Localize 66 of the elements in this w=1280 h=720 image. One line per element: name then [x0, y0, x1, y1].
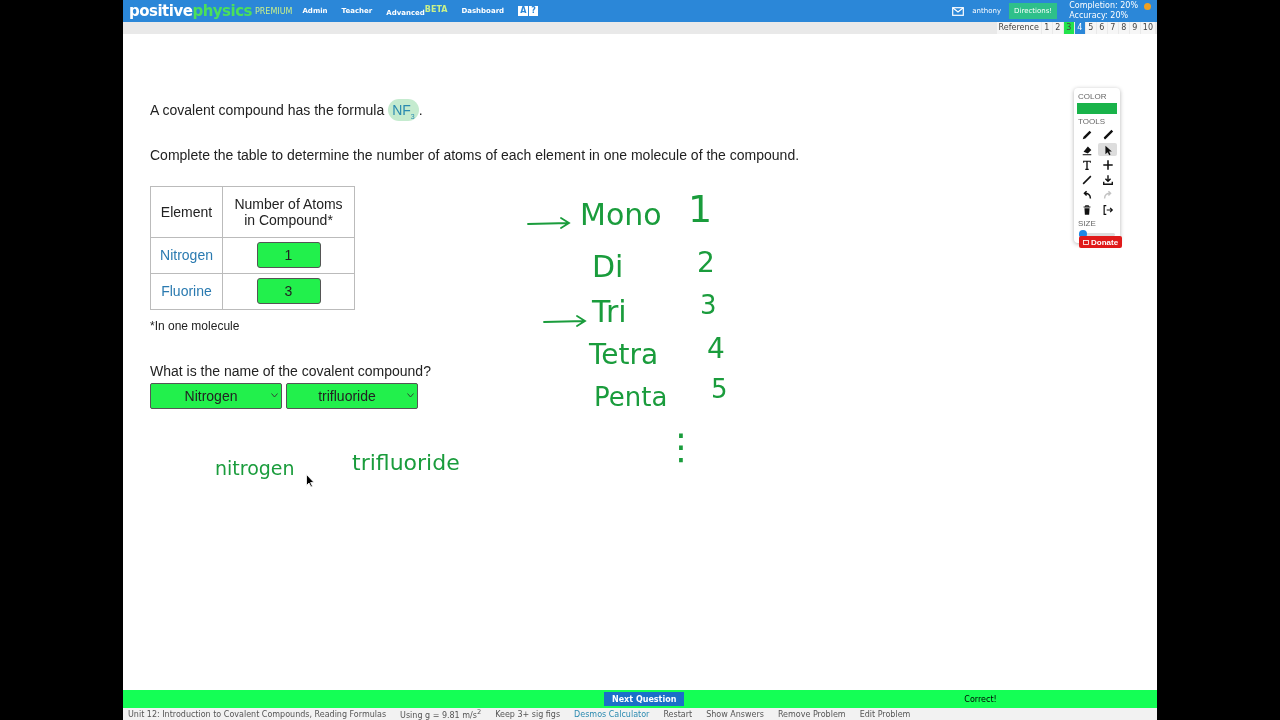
handwritten-note: trifluoride: [352, 452, 460, 474]
handwritten-note: 2: [697, 249, 715, 277]
page-tab[interactable]: 7: [1107, 22, 1118, 34]
footer-item[interactable]: Show Answers: [706, 709, 764, 719]
footer-item[interactable]: Keep 3+ sig figs: [495, 709, 561, 719]
arrow-drawing: [543, 315, 587, 327]
caret-icon: [407, 393, 414, 399]
page-tab[interactable]: 1: [1041, 22, 1052, 34]
page-tab[interactable]: 4: [1074, 22, 1085, 34]
footnote: *In one molecule: [150, 318, 240, 333]
dropdown[interactable]: Nitrogen: [150, 382, 282, 409]
handwritten-note: ⋮: [663, 429, 699, 465]
handwritten-note: Tetra: [589, 341, 659, 369]
handwritten-note: Tri: [592, 297, 627, 327]
handwritten-note: nitrogen: [215, 459, 295, 478]
footer-item[interactable]: Restart: [663, 709, 693, 719]
table-cell: Fluorine: [150, 273, 223, 310]
page-tab[interactable]: Reference: [996, 22, 1041, 34]
handwritten-note: 1: [688, 190, 713, 228]
page-tab[interactable]: 6: [1096, 22, 1107, 34]
table-cell: Nitrogen: [150, 237, 223, 274]
page-tab[interactable]: 9: [1129, 22, 1140, 34]
column-header: Number of Atoms in Compound*: [222, 186, 355, 238]
instruction-text: Complete the table to determine the number of atoms of each element in one molecule of the compound.: [150, 146, 800, 163]
tier-label: PREMIUM: [255, 7, 293, 16]
completion-text: Completion: 20%: [1069, 1, 1138, 11]
answer-field[interactable]: 1: [256, 242, 321, 269]
handwritten-note: 4: [707, 335, 725, 363]
panel-label: TOOLS: [1078, 117, 1106, 126]
panel-label: SIZE: [1078, 219, 1097, 228]
gift-icon: [1083, 239, 1089, 245]
panel-label: COLOR: [1078, 92, 1108, 101]
logo[interactable]: positivephysics: [129, 2, 252, 20]
page-tab[interactable]: 8: [1118, 22, 1129, 34]
footer-item[interactable]: Remove Problem: [777, 709, 846, 719]
color-swatch[interactable]: [1077, 103, 1117, 114]
footer-item[interactable]: Using g = 9.81 m/s$^{2}$: [400, 708, 482, 720]
page-tab[interactable]: 10: [1140, 22, 1155, 34]
status-text: Correct!: [964, 694, 997, 704]
status-dot: [1144, 3, 1151, 10]
question-text: What is the name of the covalent compound?: [150, 362, 431, 379]
page-tab[interactable]: 2: [1052, 22, 1063, 34]
accuracy-text: Accuracy: 20%: [1069, 11, 1130, 21]
footer-link[interactable]: Desmos Calculator: [574, 709, 650, 719]
handwritten-note: Mono: [580, 200, 662, 230]
arrow-drawing: [527, 217, 571, 229]
answer-field[interactable]: 3: [256, 278, 321, 305]
page-tab[interactable]: 5: [1085, 22, 1096, 34]
pointer-icon[interactable]: [1098, 143, 1117, 156]
shortcut-key[interactable]: A: [518, 6, 529, 16]
next-question-button[interactable]: Next Question: [604, 692, 685, 706]
handwritten-note: Penta: [594, 384, 668, 410]
dropdown[interactable]: trifluoride: [286, 382, 418, 409]
footer-item[interactable]: Edit Problem: [859, 709, 911, 719]
handwritten-note: Di: [592, 252, 624, 282]
mail-icon: [952, 6, 965, 16]
question-text: A covalent compound has the formula NF$_{3}$ .: [150, 102, 423, 120]
donate-button[interactable]: Donate: [1079, 236, 1123, 248]
column-header: Element: [150, 186, 223, 238]
caret-icon: [271, 393, 278, 399]
shortcut-key[interactable]: ?: [529, 6, 538, 16]
footer-item[interactable]: Unit 12: Introduction to Covalent Compounds, Reading Formulas: [128, 709, 387, 719]
page-tab[interactable]: 3: [1063, 22, 1074, 34]
cursor-icon: [306, 474, 315, 488]
handwritten-note: 5: [711, 376, 728, 402]
handwritten-note: 3: [700, 292, 717, 318]
